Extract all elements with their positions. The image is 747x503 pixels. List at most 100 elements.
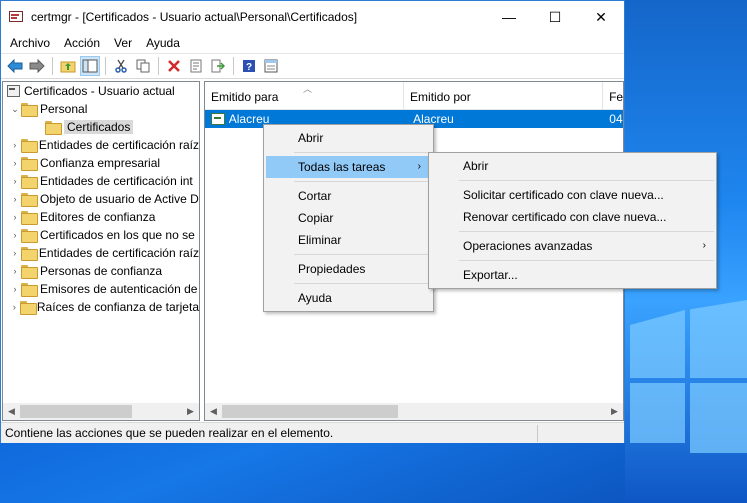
chevron-right-icon[interactable]: › (9, 248, 21, 258)
certificate-store-icon (6, 84, 20, 98)
folder-icon (21, 211, 38, 225)
menu-bar: Archivo Acción Ver Ayuda (1, 33, 624, 53)
folder-icon (21, 229, 38, 243)
menu-ayuda[interactable]: Ayuda (139, 33, 187, 53)
close-button[interactable]: ✕ (578, 1, 624, 33)
submenu-arrow-icon: › (417, 161, 421, 172)
folder-icon (20, 139, 38, 153)
submenu-arrow-icon: › (702, 240, 706, 251)
windows-logo (630, 300, 747, 460)
maximize-button[interactable]: ☐ (532, 1, 578, 33)
toolbar-separator (158, 57, 159, 75)
svg-text:?: ? (246, 62, 252, 73)
export-icon[interactable] (208, 56, 228, 76)
minimize-button[interactable]: — (486, 1, 532, 33)
scroll-left-icon[interactable]: ◀ (3, 403, 20, 420)
ctx-item-abrir[interactable]: Abrir (264, 127, 433, 149)
show-tree-icon[interactable] (80, 56, 100, 76)
tree-root[interactable]: Certificados - Usuario actual (3, 82, 199, 100)
cell-fecha: 04 (609, 112, 623, 126)
toolbar-separator (233, 57, 234, 75)
column-header-fecha[interactable]: Fe (603, 82, 623, 110)
submenu-item-abrir[interactable]: Abrir (429, 155, 716, 177)
status-bar: Contiene las acciones que se pueden real… (1, 422, 624, 443)
tree-item[interactable]: › Entidades de certificación int (3, 172, 199, 190)
tree-horizontal-scrollbar[interactable]: ◀ ▶ (3, 403, 199, 420)
cell-emitido-por: Alacreu (413, 112, 454, 126)
delete-icon[interactable] (164, 56, 184, 76)
scroll-right-icon[interactable]: ▶ (606, 403, 623, 420)
copy-icon[interactable] (133, 56, 153, 76)
chevron-right-icon[interactable]: › (9, 176, 21, 186)
chevron-right-icon[interactable]: › (9, 158, 21, 168)
menu-separator (294, 283, 431, 284)
forward-arrow-icon[interactable] (27, 56, 47, 76)
back-arrow-icon[interactable] (5, 56, 25, 76)
tree-item[interactable]: › Certificados en los que no se (3, 226, 199, 244)
chevron-right-icon[interactable]: › (9, 266, 21, 276)
tree-item[interactable]: › Entidades de certificación raíz (3, 244, 199, 262)
tree-item[interactable]: › Editores de confianza (3, 208, 199, 226)
up-folder-icon[interactable] (58, 56, 78, 76)
list-horizontal-scrollbar[interactable]: ◀ ▶ (205, 403, 623, 420)
cut-icon[interactable] (111, 56, 131, 76)
tree-item[interactable]: › Personas de confianza (3, 262, 199, 280)
list-header: Emitido para Emitido por Fe ︿ (205, 82, 623, 110)
submenu-todas-las-tareas: Abrir Solicitar certificado con clave nu… (428, 152, 717, 289)
chevron-down-icon[interactable]: ⌄ (9, 104, 21, 115)
folder-icon (21, 157, 38, 171)
scroll-thumb[interactable] (20, 405, 132, 418)
scroll-right-icon[interactable]: ▶ (182, 403, 199, 420)
ctx-item-cortar[interactable]: Cortar (264, 185, 433, 207)
title-bar: certmgr - [Certificados - Usuario actual… (1, 1, 624, 33)
tree-item[interactable]: › Entidades de certificación raíz (3, 136, 199, 154)
folder-icon (20, 247, 38, 261)
tree-item[interactable]: › Objeto de usuario de Active D (3, 190, 199, 208)
ctx-item-label: Todas las tareas (298, 160, 386, 174)
folder-icon (21, 265, 38, 279)
menu-archivo[interactable]: Archivo (3, 33, 57, 53)
ctx-item-propiedades[interactable]: Propiedades (264, 258, 433, 280)
chevron-right-icon[interactable]: › (9, 230, 21, 240)
chevron-right-icon[interactable]: › (9, 140, 21, 150)
menu-separator (294, 152, 431, 153)
chevron-right-icon[interactable]: › (9, 212, 21, 222)
status-separator (537, 425, 538, 442)
submenu-item-solicitar[interactable]: Solicitar certificado con clave nueva... (429, 184, 716, 206)
tree-item[interactable]: › Confianza empresarial (3, 154, 199, 172)
toolbar-separator (105, 57, 106, 75)
menu-ver[interactable]: Ver (107, 33, 139, 53)
properties-icon[interactable] (186, 56, 206, 76)
folder-icon (21, 175, 38, 189)
chevron-right-icon[interactable]: › (9, 194, 21, 204)
chevron-right-icon[interactable]: › (9, 284, 21, 294)
toolbar: ? (1, 53, 624, 79)
tree-item-certificados[interactable]: Certificados (3, 118, 199, 136)
ctx-item-ayuda[interactable]: Ayuda (264, 287, 433, 309)
folder-icon (19, 301, 37, 315)
certificate-icon (211, 113, 225, 125)
tree-pane: Certificados - Usuario actual ⌄ Personal… (2, 81, 200, 421)
ctx-item-copiar[interactable]: Copiar (264, 207, 433, 229)
scroll-left-icon[interactable]: ◀ (205, 403, 222, 420)
tree-item[interactable]: › Emisores de autenticación de (3, 280, 199, 298)
folder-icon (21, 283, 38, 297)
ctx-item-todas-las-tareas[interactable]: Todas las tareas › (266, 156, 431, 178)
submenu-item-exportar[interactable]: Exportar... (429, 264, 716, 286)
column-header-emitido-por[interactable]: Emitido por (404, 82, 604, 110)
menu-accion[interactable]: Acción (57, 33, 107, 53)
tree-item[interactable]: › Raíces de confianza de tarjeta (3, 298, 199, 316)
help-icon[interactable]: ? (239, 56, 259, 76)
chevron-right-icon[interactable]: › (9, 302, 20, 312)
menu-separator (459, 231, 714, 232)
folder-icon (45, 121, 62, 135)
ctx-item-eliminar[interactable]: Eliminar (264, 229, 433, 251)
view-icon[interactable] (261, 56, 281, 76)
menu-separator (459, 260, 714, 261)
scroll-thumb[interactable] (222, 405, 398, 418)
submenu-item-renovar[interactable]: Renovar certificado con clave nueva... (429, 206, 716, 228)
folder-icon (21, 103, 38, 117)
menu-separator (294, 254, 431, 255)
tree-item-personal[interactable]: ⌄ Personal (3, 100, 199, 118)
submenu-item-operaciones-avanzadas[interactable]: Operaciones avanzadas › (429, 235, 716, 257)
